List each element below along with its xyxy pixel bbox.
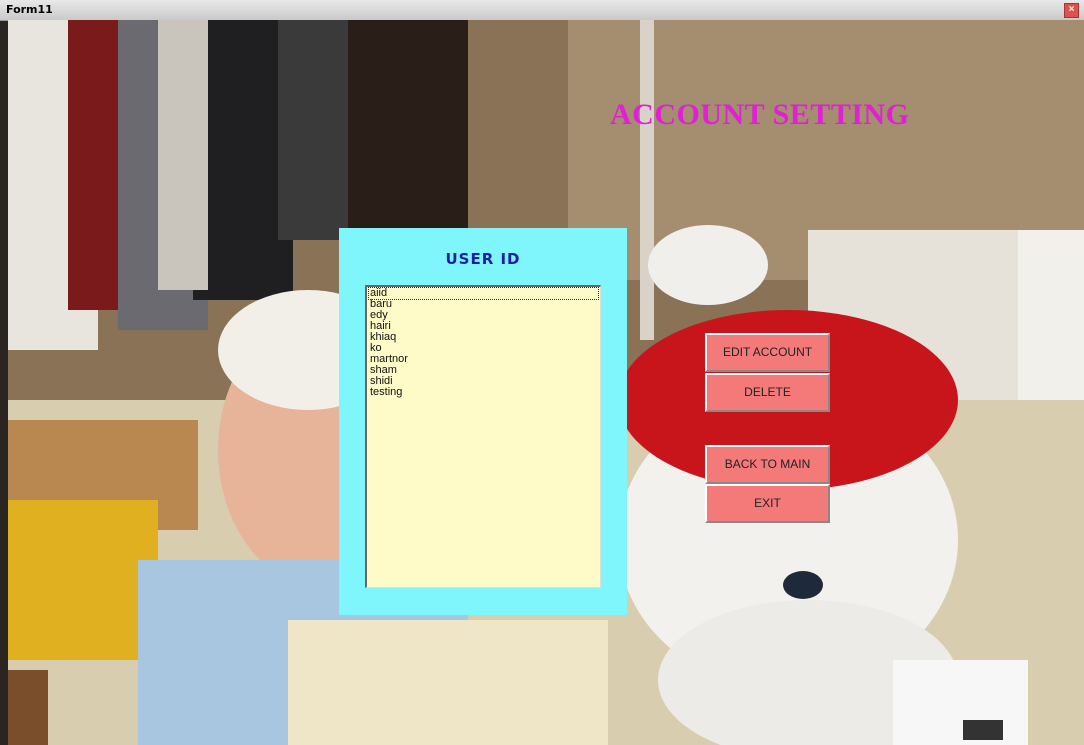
list-item[interactable]: khiaq (369, 332, 598, 343)
exit-button[interactable]: EXIT (705, 484, 830, 523)
list-item[interactable]: testing (369, 387, 598, 398)
user-id-listbox[interactable]: aiid baru edy hairi khiaq ko martnor sha… (365, 285, 601, 588)
title-bar: Form11 × (0, 0, 1084, 21)
list-item[interactable]: sham (369, 365, 598, 376)
back-to-main-page-button[interactable]: BACK TO MAIN PAGE (705, 445, 830, 506)
close-icon[interactable]: × (1064, 3, 1079, 18)
delete-button[interactable]: DELETE (705, 373, 830, 412)
list-item[interactable]: hairi (369, 321, 598, 332)
user-id-panel: USER ID aiid baru edy hairi khiaq ko mar… (339, 228, 627, 615)
edit-account-button[interactable]: EDIT ACCOUNT (705, 333, 830, 372)
window-title: Form11 (6, 3, 53, 16)
user-id-label: USER ID (445, 250, 521, 268)
list-item[interactable]: aiid (368, 287, 599, 300)
form-area: ACCOUNT SETTING USER ID aiid baru edy ha… (8, 20, 1084, 745)
list-item[interactable]: baru (369, 299, 598, 310)
page-title: ACCOUNT SETTING (610, 98, 910, 131)
list-item[interactable]: martnor (369, 354, 598, 365)
list-item[interactable]: shidi (369, 376, 598, 387)
list-item[interactable]: edy (369, 310, 598, 321)
